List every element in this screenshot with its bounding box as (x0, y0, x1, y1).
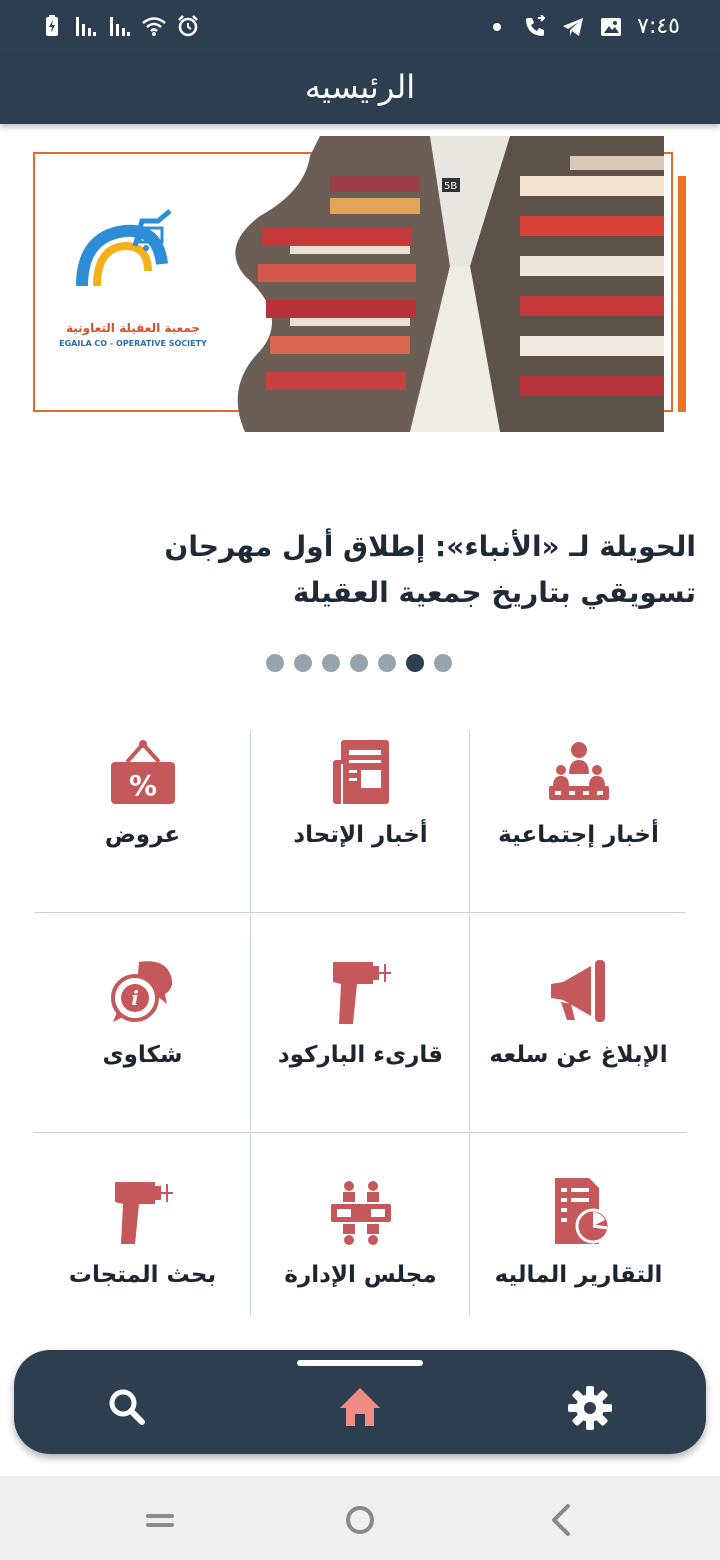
grid-divider (34, 1132, 686, 1133)
menu-item-report-product[interactable]: الإبلاغ عن سلعه (470, 950, 687, 1130)
menu-item-label: بحث المتجات (68, 1262, 217, 1288)
recents-icon[interactable] (138, 1498, 182, 1542)
carousel-dot[interactable] (294, 654, 312, 672)
settings-button[interactable] (560, 1378, 620, 1438)
carousel-dot[interactable] (322, 654, 340, 672)
menu-item-label: التقارير الماليه (494, 1262, 663, 1288)
carousel-indicator (266, 654, 452, 672)
menu-item-label: قارىء الباركود (277, 1042, 444, 1068)
financial-report-icon (554, 1178, 610, 1244)
search-button[interactable] (98, 1378, 158, 1438)
menu-item-board[interactable]: مجلس الإدارة (252, 1170, 469, 1350)
carousel-dot[interactable] (350, 654, 368, 672)
signal-icon (110, 17, 130, 36)
wifi-icon (142, 17, 166, 36)
aisle-sign: 5B (444, 181, 457, 192)
home-button[interactable] (330, 1378, 390, 1438)
status-left-icons (40, 14, 200, 38)
menu-item-barcode-reader[interactable]: قارىء الباركود (252, 950, 469, 1130)
bottom-navigation (14, 1350, 706, 1454)
svg-text:%: % (128, 769, 156, 802)
settings-icon (568, 1386, 612, 1430)
social-news-icon (548, 742, 609, 800)
search-icon (109, 1389, 145, 1425)
offers-tag-icon: % (110, 740, 175, 804)
menu-item-label: أخبار إجتماعية (498, 822, 659, 848)
menu-item-label: عروض (104, 822, 181, 848)
carousel-dot[interactable] (266, 654, 284, 672)
carousel-dot[interactable] (434, 654, 452, 672)
alarm-icon (178, 15, 198, 37)
carousel-dot-active[interactable] (406, 654, 424, 672)
barcode-scanner-icon (332, 962, 391, 1024)
back-icon[interactable] (540, 1498, 584, 1542)
product-search-scanner-icon (114, 1182, 173, 1244)
menu-item-label: شكاوى (102, 1042, 183, 1068)
svg-text:EGAILA CO - OPERATIVE SOCIETY: EGAILA CO - OPERATIVE SOCIETY (59, 339, 207, 348)
menu-item-product-search[interactable]: بحث المتجات (34, 1170, 251, 1350)
complaints-chat-icon: i (110, 961, 172, 1022)
call-icon (526, 14, 546, 36)
home-system-icon[interactable] (338, 1498, 382, 1542)
status-right-icons: ٧:٤٥ (485, 14, 680, 39)
telegram-icon (563, 17, 584, 36)
menu-item-label: مجلس الإدارة (284, 1262, 437, 1288)
signal-icon (76, 17, 96, 36)
status-time: ٧:٤٥ (637, 14, 680, 39)
newspaper-icon (332, 740, 389, 804)
menu-item-social-news[interactable]: أخبار إجتماعية (470, 730, 687, 910)
page-title: الرئيسيه (304, 68, 416, 106)
home-icon (340, 1388, 380, 1426)
menu-grid: أخبار إجتماعية أخبار الإتحاد % عروض الإب… (34, 730, 686, 1316)
app-bar: الرئيسيه (0, 56, 720, 124)
news-headline[interactable]: الحويلة لـ «الأنباء»: إطلاق أول مهرجان ت… (40, 524, 696, 616)
grid-divider (34, 912, 686, 913)
dot-icon (493, 22, 502, 31)
nav-active-indicator (297, 1360, 423, 1366)
board-meeting-icon (330, 1181, 391, 1245)
svg-text:جمعية العقيلة التعاونية: جمعية العقيلة التعاونية (66, 321, 200, 336)
menu-item-offers[interactable]: % عروض (34, 730, 251, 910)
battery-charging-icon (46, 15, 58, 36)
banner-image: 5B جمعية العقيلة التعاونية EGAILA CO - O… (33, 136, 686, 432)
menu-item-complaints[interactable]: i شكاوى (34, 950, 251, 1130)
status-bar: ٧:٤٥ (0, 0, 720, 56)
carousel-dot[interactable] (378, 654, 396, 672)
svg-text:i: i (131, 986, 139, 1010)
menu-item-label: أخبار الإتحاد (293, 822, 428, 848)
system-navigation-bar (0, 1476, 720, 1560)
menu-item-financial-reports[interactable]: التقارير الماليه (470, 1170, 687, 1350)
menu-item-union-news[interactable]: أخبار الإتحاد (252, 730, 469, 910)
image-icon (601, 17, 622, 36)
megaphone-icon (550, 960, 605, 1022)
banner-carousel[interactable]: 5B جمعية العقيلة التعاونية EGAILA CO - O… (30, 136, 690, 432)
menu-item-label: الإبلاغ عن سلعه (489, 1042, 668, 1068)
